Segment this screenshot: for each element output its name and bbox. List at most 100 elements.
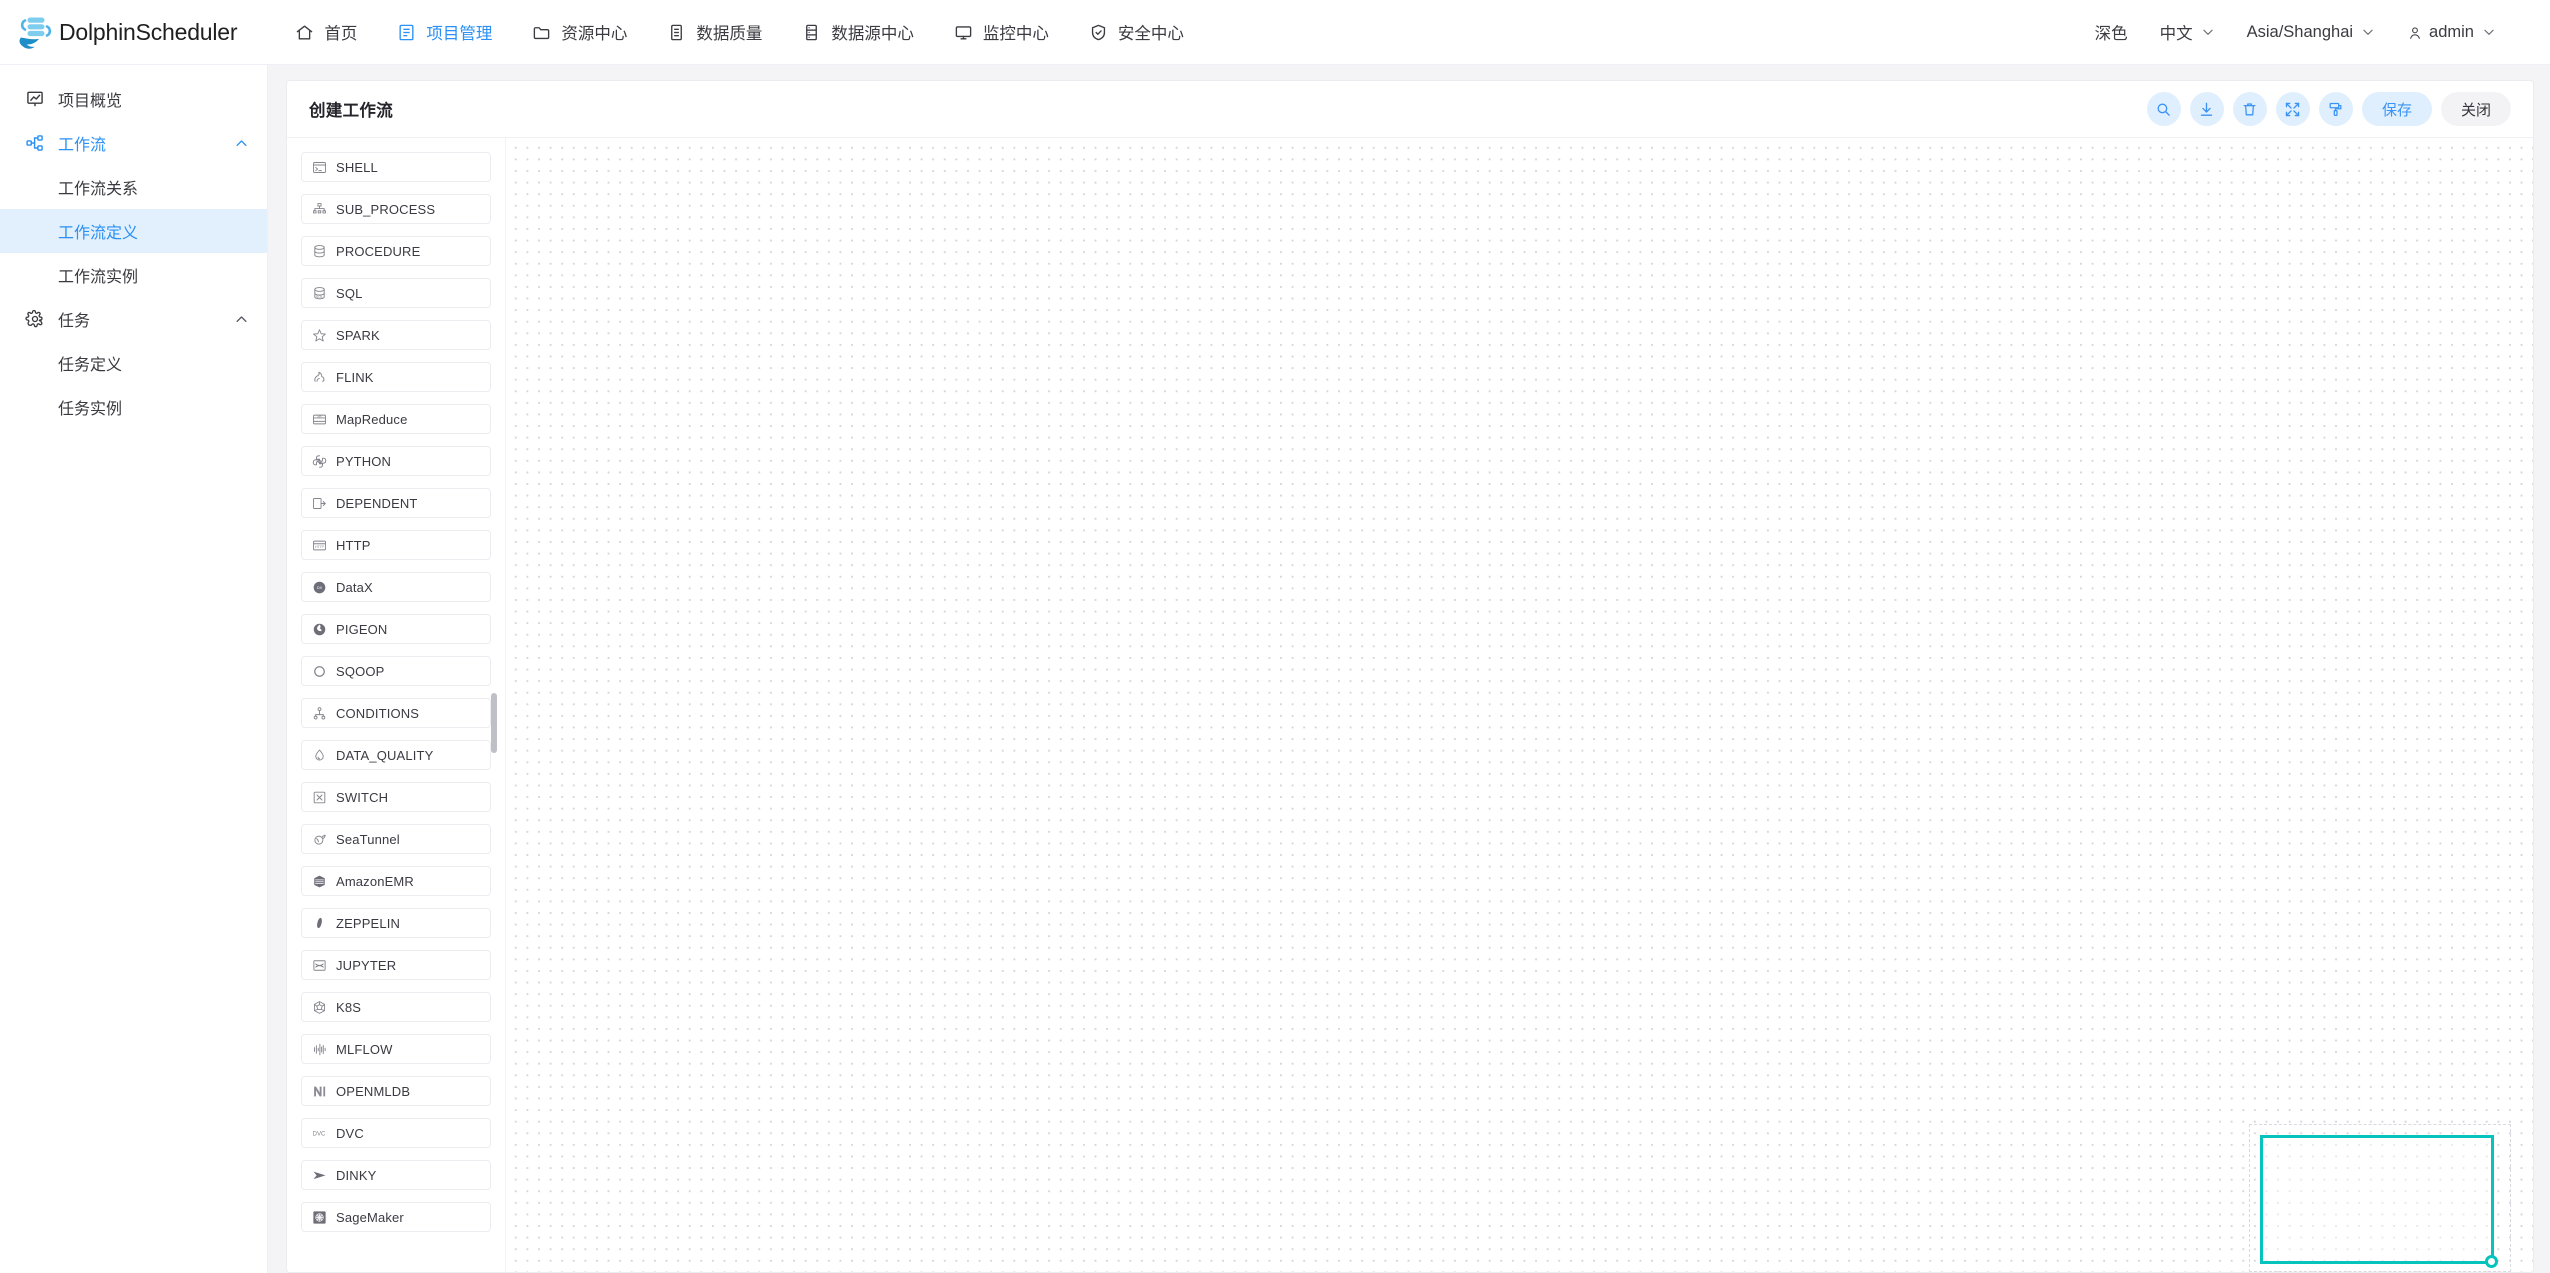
nav-item-security-center[interactable]: 安全中心 [1069, 0, 1204, 64]
delete-icon [2241, 101, 2258, 118]
sidebar-item-label: 工作流关系 [58, 175, 138, 199]
delete-button[interactable] [2233, 92, 2267, 126]
task-type-item[interactable]: SUB_PROCESS [301, 194, 491, 224]
fullscreen-button[interactable] [2276, 92, 2310, 126]
search-button[interactable] [2147, 92, 2181, 126]
nav-item-home[interactable]: 首页 [275, 0, 377, 64]
resize-handle-icon[interactable] [2485, 1255, 2498, 1268]
task-type-item[interactable]: SQOOP [301, 656, 491, 686]
sidebar-item-workflow-instance[interactable]: 工作流实例 [0, 253, 267, 297]
task-type-item[interactable]: PROCEDURE [301, 236, 491, 266]
task-type-item[interactable]: PIGEON [301, 614, 491, 644]
download-icon [2198, 101, 2215, 118]
nav-item-datasource-center[interactable]: 数据源中心 [782, 0, 934, 64]
task-type-item[interactable]: DINKY [301, 1160, 491, 1190]
task-type-label: ZEPPELIN [336, 916, 400, 931]
minimap-viewport[interactable] [2260, 1135, 2494, 1264]
top-nav-items: 首页 项目管理 资源中心 数据质量 [275, 0, 1204, 64]
sidebar-item-task-definition[interactable]: 任务定义 [0, 341, 267, 385]
task-type-item[interactable]: AmazonEMR [301, 866, 491, 896]
sidebar-group-workflow[interactable]: 工作流 [0, 121, 267, 165]
download-button[interactable] [2190, 92, 2224, 126]
task-type-list: SHELL SUB_PROCESS PROCEDURE SQLSQL SPARK FLIN… [301, 152, 505, 1232]
monitor-icon [954, 23, 973, 42]
database-icon [802, 23, 821, 42]
shell-icon [311, 159, 327, 175]
save-button[interactable]: 保存 [2362, 92, 2432, 126]
workflow-canvas[interactable] [505, 138, 2533, 1272]
task-type-item[interactable]: HTTPHTTP [301, 530, 491, 560]
sidebar-item-project-overview[interactable]: 项目概览 [0, 77, 267, 121]
task-type-label: PROCEDURE [336, 244, 420, 259]
task-type-item[interactable]: ZEPPELIN [301, 908, 491, 938]
task-type-item[interactable]: JUPYTER [301, 950, 491, 980]
task-type-item[interactable]: SeaTunnel [301, 824, 491, 854]
flink-icon [311, 369, 327, 385]
theme-toggle[interactable]: 深色 [2079, 0, 2144, 64]
task-type-item[interactable]: DVCDVC [301, 1118, 491, 1148]
user-menu[interactable]: admin [2391, 0, 2512, 64]
folder-icon [532, 23, 551, 42]
top-nav-right-area: 深色 中文 Asia/Shanghai admin [2079, 0, 2512, 64]
task-palette-scrollbar-track[interactable] [489, 138, 499, 1272]
task-type-item[interactable]: DATA_QUALITY [301, 740, 491, 770]
close-button[interactable]: 关闭 [2441, 92, 2511, 126]
task-type-item[interactable]: FLINK [301, 362, 491, 392]
task-type-label: DINKY [336, 1168, 376, 1183]
overview-icon [24, 89, 45, 110]
task-type-label: K8S [336, 1000, 361, 1015]
sidebar-item-task-instance[interactable]: 任务实例 [0, 385, 267, 429]
format-button[interactable] [2319, 92, 2353, 126]
task-type-item[interactable]: SHELL [301, 152, 491, 182]
task-type-item[interactable]: CONDITIONS [301, 698, 491, 728]
data-quality-icon [667, 23, 686, 42]
task-type-label: PYTHON [336, 454, 391, 469]
sidebar-item-workflow-definition[interactable]: 工作流定义 [0, 209, 267, 253]
nav-item-data-quality[interactable]: 数据质量 [647, 0, 782, 64]
task-type-item[interactable]: DXDataX [301, 572, 491, 602]
task-type-label: SUB_PROCESS [336, 202, 435, 217]
chevron-up-icon[interactable] [233, 135, 249, 151]
nav-item-project-management[interactable]: 项目管理 [377, 0, 512, 64]
task-type-item[interactable]: OPENMLDB [301, 1076, 491, 1106]
task-palette-scrollbar-thumb[interactable] [491, 693, 497, 753]
nav-item-monitor-center[interactable]: 监控中心 [934, 0, 1069, 64]
task-type-label: MLFLOW [336, 1042, 393, 1057]
task-type-item[interactable]: PYTHON [301, 446, 491, 476]
sqoop-icon [311, 663, 327, 679]
canvas-minimap[interactable] [2249, 1124, 2511, 1272]
openmldb-icon [311, 1083, 327, 1099]
brand-name: DolphinScheduler [59, 19, 237, 46]
sidebar-item-workflow-relation[interactable]: 工作流关系 [0, 165, 267, 209]
task-type-item[interactable]: DEPENDENT [301, 488, 491, 518]
task-type-label: DEPENDENT [336, 496, 418, 511]
dolphin-logo-icon [14, 12, 56, 52]
task-type-item[interactable]: SPARK [301, 320, 491, 350]
brand[interactable]: DolphinScheduler [14, 12, 237, 52]
language-label: 中文 [2160, 20, 2193, 44]
task-type-item[interactable]: SWITCH [301, 782, 491, 812]
svg-text:HTTP: HTTP [315, 545, 325, 549]
fullscreen-icon [2284, 101, 2301, 118]
sidebar-group-task[interactable]: 任务 [0, 297, 267, 341]
pigeon-icon [311, 621, 327, 637]
task-type-item[interactable]: MRMapReduce [301, 404, 491, 434]
task-type-item[interactable]: SageMaker [301, 1202, 491, 1232]
nav-item-resource-center[interactable]: 资源中心 [512, 0, 647, 64]
timezone-selector[interactable]: Asia/Shanghai [2231, 0, 2391, 64]
nav-item-label: 资源中心 [561, 20, 627, 44]
conditions-icon [311, 705, 327, 721]
task-type-item[interactable]: K8S [301, 992, 491, 1022]
language-selector[interactable]: 中文 [2144, 0, 2231, 64]
task-type-item[interactable]: MLFLOW [301, 1034, 491, 1064]
format-icon [2327, 101, 2344, 118]
task-type-label: SQL [336, 286, 362, 301]
task-type-label: AmazonEMR [336, 874, 414, 889]
task-type-label: SWITCH [336, 790, 388, 805]
task-type-item[interactable]: SQLSQL [301, 278, 491, 308]
body-split: 项目概览 工作流 工作流关系 工作流定义 工作流实例 [0, 65, 2550, 1273]
task-type-label: JUPYTER [336, 958, 396, 973]
left-sidebar: 项目概览 工作流 工作流关系 工作流定义 工作流实例 [0, 65, 268, 1273]
task-type-label: OPENMLDB [336, 1084, 410, 1099]
chevron-up-icon[interactable] [233, 311, 249, 327]
